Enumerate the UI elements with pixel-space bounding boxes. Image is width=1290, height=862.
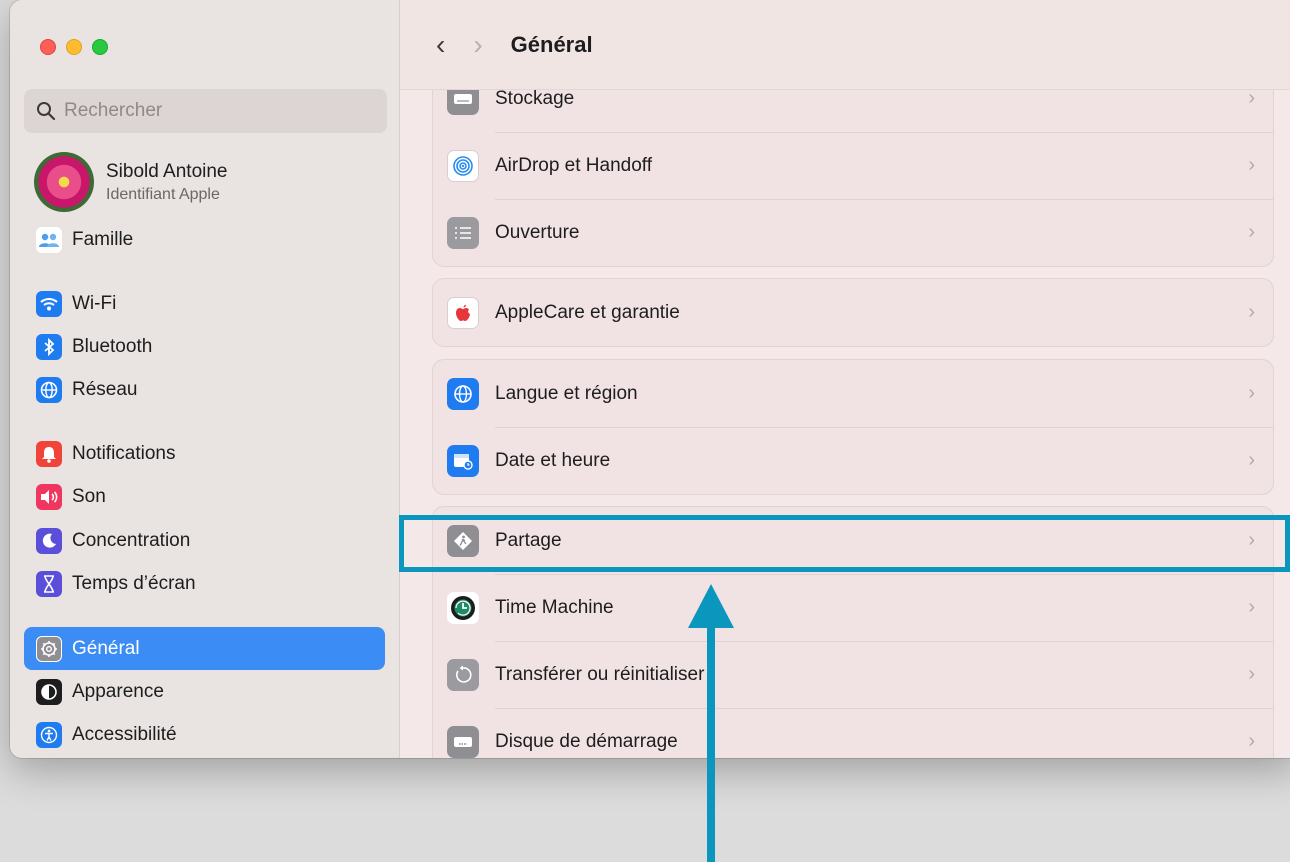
- sidebar-item-bluetooth[interactable]: Bluetooth: [24, 327, 385, 367]
- sidebar-item-label: Général: [72, 637, 140, 659]
- row-label: Time Machine: [495, 596, 614, 618]
- avatar: [34, 152, 94, 212]
- row-label: Disque de démarrage: [495, 730, 678, 752]
- bell-icon: [36, 441, 62, 467]
- row-airdrop-handoff[interactable]: AirDrop et Handoff ›: [433, 132, 1273, 199]
- row-label: Partage: [495, 529, 562, 551]
- sharing-icon: [447, 524, 479, 557]
- list-icon: [447, 216, 479, 249]
- sidebar-item-son[interactable]: Son: [24, 477, 385, 517]
- annotation-arrow-shaft: [707, 626, 715, 862]
- row-disque-demarrage[interactable]: Disque de démarrage ›: [433, 708, 1273, 758]
- chevron-right-icon: ›: [1248, 529, 1255, 551]
- row-langue-region[interactable]: Langue et région ›: [433, 360, 1273, 427]
- sidebar-item-label: Famille: [72, 229, 134, 250]
- apple-icon: [447, 296, 479, 329]
- settings-group-3: Langue et région › Date et heure ›: [432, 359, 1274, 495]
- row-date-heure[interactable]: Date et heure ›: [433, 427, 1273, 494]
- chevron-right-icon: ›: [1248, 663, 1255, 685]
- chevron-right-icon: ›: [1248, 730, 1255, 752]
- speaker-icon: [36, 484, 62, 510]
- sidebar-item-reseau[interactable]: Réseau: [24, 370, 385, 410]
- calendar-clock-icon: [447, 444, 479, 477]
- accessibility-icon: [36, 722, 62, 748]
- sidebar-item-label: Bluetooth: [72, 336, 153, 357]
- settings-group-1: Stockage › AirDrop et Handoff › Ouvertur…: [432, 64, 1274, 267]
- moon-icon: [36, 528, 62, 554]
- time-machine-icon: [447, 591, 479, 624]
- row-label: Date et heure: [495, 449, 611, 471]
- zoom-window-button[interactable]: [92, 39, 108, 55]
- sidebar-item-label: Réseau: [72, 379, 138, 400]
- settings-group-2: AppleCare et garantie ›: [432, 278, 1274, 347]
- chevron-right-icon: ›: [1248, 221, 1255, 243]
- chevron-right-icon: ›: [1248, 87, 1255, 109]
- minimize-window-button[interactable]: [66, 39, 82, 55]
- chevron-right-icon: ›: [1248, 596, 1255, 618]
- sidebar-item-famille[interactable]: Famille: [24, 220, 385, 260]
- row-applecare[interactable]: AppleCare et garantie ›: [433, 279, 1273, 346]
- sidebar-item-wifi[interactable]: Wi-Fi: [24, 284, 385, 324]
- wifi-icon: [36, 291, 62, 317]
- profile-subtitle: Identifiant Apple: [106, 185, 220, 203]
- row-label: Transférer ou réinitialiser: [495, 663, 705, 685]
- sidebar-item-label: Apparence: [72, 681, 164, 702]
- sidebar-item-temps-ecran[interactable]: Temps d’écran: [24, 564, 385, 604]
- profile-name: Sibold Antoine: [106, 160, 228, 182]
- sidebar-item-label: Accessibilité: [72, 724, 177, 745]
- toolbar: ‹ › Général: [400, 0, 1290, 90]
- family-icon: [36, 227, 62, 253]
- globe-icon: [447, 377, 479, 410]
- sidebar-item-notifications[interactable]: Notifications: [24, 434, 385, 474]
- row-partage[interactable]: Partage ›: [433, 507, 1273, 574]
- close-window-button[interactable]: [40, 39, 56, 55]
- back-button[interactable]: ‹: [436, 30, 445, 59]
- row-label: AirDrop et Handoff: [495, 154, 653, 176]
- sidebar-item-label: Temps d’écran: [72, 573, 196, 594]
- annotation-arrow-head: [688, 584, 734, 628]
- sidebar-item-label: Notifications: [72, 443, 176, 464]
- sidebar-item-label: Son: [72, 486, 106, 507]
- settings-group-4: Partage › Time Machine › Transférer ou r…: [432, 506, 1274, 758]
- airdrop-icon: [447, 149, 479, 182]
- hourglass-icon: [36, 571, 62, 597]
- row-label: Ouverture: [495, 221, 580, 243]
- row-ouverture[interactable]: Ouverture ›: [433, 199, 1273, 266]
- sidebar-item-label: Concentration: [72, 530, 191, 551]
- gear-icon: [36, 635, 62, 662]
- chevron-right-icon: ›: [1248, 449, 1255, 471]
- apple-id-profile[interactable]: Sibold Antoine Identifiant Apple: [34, 152, 228, 212]
- chevron-right-icon: ›: [1248, 382, 1255, 404]
- sidebar-item-general[interactable]: Général: [24, 627, 385, 670]
- forward-button[interactable]: ›: [473, 30, 482, 59]
- window-controls: [40, 39, 108, 55]
- bluetooth-icon: [36, 334, 62, 360]
- search-placeholder: Rechercher: [64, 100, 163, 121]
- row-label: AppleCare et garantie: [495, 301, 680, 323]
- sidebar-item-label: Wi-Fi: [72, 293, 117, 314]
- appearance-icon: [36, 679, 62, 705]
- chevron-right-icon: ›: [1248, 154, 1255, 176]
- reset-icon: [447, 658, 479, 691]
- search-icon: [37, 102, 56, 121]
- sidebar-item-apparence[interactable]: Apparence: [24, 672, 385, 712]
- row-label: Langue et région: [495, 382, 638, 404]
- row-label: Stockage: [495, 87, 575, 109]
- sidebar-item-concentration[interactable]: Concentration: [24, 521, 385, 561]
- sidebar: Rechercher Sibold Antoine Identifiant Ap…: [10, 0, 400, 758]
- search-field[interactable]: Rechercher: [24, 89, 387, 133]
- row-transferer-reinitialiser[interactable]: Transférer ou réinitialiser ›: [433, 641, 1273, 708]
- globe-icon: [36, 377, 62, 403]
- main-content: ‹ › Général Stockage › AirDrop et Handof…: [400, 0, 1290, 758]
- row-time-machine[interactable]: Time Machine ›: [433, 574, 1273, 641]
- chevron-right-icon: ›: [1248, 301, 1255, 323]
- disk-icon: [447, 725, 479, 758]
- page-title: Général: [510, 31, 593, 57]
- sidebar-item-accessibilite[interactable]: Accessibilité: [24, 715, 385, 755]
- settings-window: Rechercher Sibold Antoine Identifiant Ap…: [10, 0, 1290, 758]
